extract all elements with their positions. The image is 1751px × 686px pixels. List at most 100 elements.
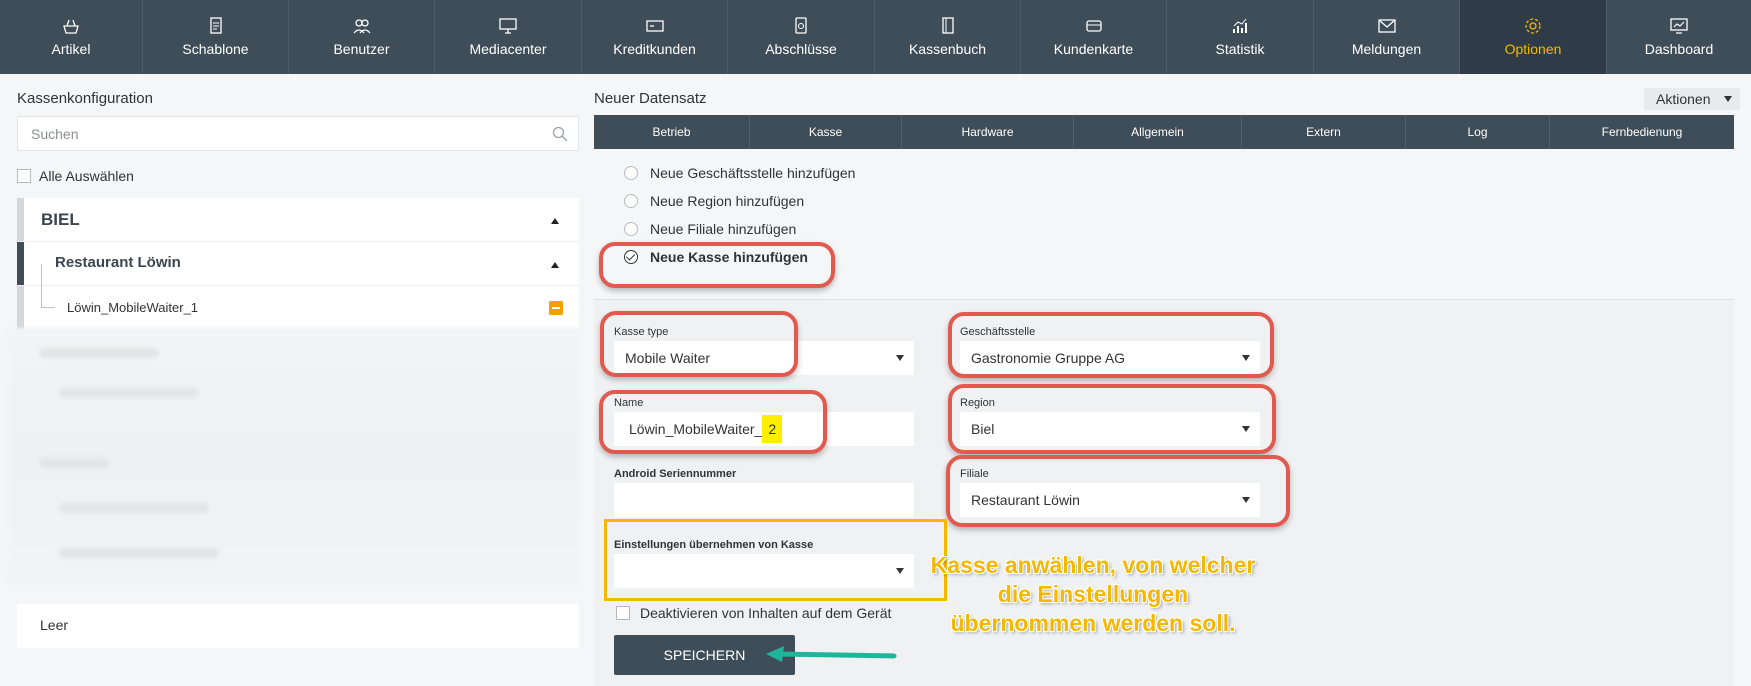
radio-geschaeftsstelle[interactable]: Neue Geschäftsstelle hinzufügen [624,165,855,181]
empty-label: Leer [17,604,579,648]
select-all-checkbox[interactable] [17,169,31,183]
highlight-oval [600,311,798,377]
blurred-content [9,328,579,588]
radio-button[interactable] [624,222,638,236]
nav-dashboard[interactable]: Dashboard [1607,0,1751,74]
wallet-icon [1085,20,1102,32]
dashboard-icon [1670,18,1688,34]
nav-label: Statistik [1215,41,1265,57]
highlight-oval [946,455,1290,527]
radio-label: Neue Region hinzufügen [650,193,805,209]
nav-statistik[interactable]: Statistik [1167,0,1314,74]
callout-line: Kasse anwählen, von welcher [930,552,1256,578]
panel-title: Neuer Datensatz [594,90,707,107]
nav-artikel[interactable]: Artikel [0,0,143,74]
nav-kreditkunden[interactable]: Kreditkunden [582,0,728,74]
nav-abschluesse[interactable]: Abschlüsse [728,0,875,74]
radio-label: Neue Filiale hinzufügen [650,221,797,237]
tree-connector [41,264,55,286]
tab-fernbedienung[interactable]: Fernbedienung [1550,115,1734,149]
radio-label: Neue Geschäftsstelle hinzufügen [650,165,856,181]
search-placeholder: Suchen [31,125,79,142]
book-icon [941,17,954,34]
tree-item-label: Löwin_MobileWaiter_1 [67,300,199,315]
nav-label: Kundenkarte [1053,41,1134,57]
tree: BIEL Restaurant Löwin Löwin_MobileWaiter… [17,198,579,330]
envelope-icon [1377,19,1396,33]
collapse-icon[interactable] [551,262,559,268]
arrow-icon [766,646,897,662]
users-icon [353,19,370,34]
highlight-oval [948,384,1276,454]
search-input[interactable]: Suchen [17,116,579,151]
document-icon [209,17,222,34]
chevron-down-icon [1724,96,1732,102]
nav-schablone[interactable]: Schablone [143,0,289,74]
highlight-oval [599,390,827,454]
android-serial-field[interactable] [614,483,914,517]
radio-button[interactable] [624,194,638,208]
gear-icon [1525,18,1541,34]
actions-dropdown[interactable]: Aktionen [1644,88,1740,110]
tree-item-register[interactable]: Löwin_MobileWaiter_1 [17,286,579,330]
search-icon[interactable] [552,126,568,142]
nav-kassenbuch[interactable]: Kassenbuch [875,0,1021,74]
nav-meldungen[interactable]: Meldungen [1314,0,1460,74]
nav-label: Artikel [51,41,91,57]
tab-extern[interactable]: Extern [1242,115,1406,149]
callout-line: übernommen werden soll. [950,610,1236,636]
tab-hardware[interactable]: Hardware [902,115,1074,149]
select-all-label: Alle Auswählen [39,168,134,184]
nav-mediacenter[interactable]: Mediacenter [435,0,582,74]
nav-label: Meldungen [1351,41,1422,57]
tree-item-branch[interactable]: Restaurant Löwin [17,242,579,286]
collapse-icon[interactable] [551,218,559,224]
panel-title: Kassenkonfiguration [17,90,153,107]
tab-allgemein[interactable]: Allgemein [1074,115,1242,149]
radio-button[interactable] [624,166,638,180]
nav-label: Schablone [182,41,249,57]
tree-item-label: Restaurant Löwin [55,254,181,271]
card-icon [645,20,664,32]
callout-line: die Einstellungen [997,581,1189,607]
left-panel: Kassenkonfiguration Suchen Alle Auswähle… [9,74,579,686]
monitor-icon [499,18,517,34]
highlight-rect [604,519,947,601]
highlight-oval [948,312,1274,378]
nav-benutzer[interactable]: Benutzer [289,0,435,74]
tree-item-region[interactable]: BIEL [17,198,579,242]
nav-label: Optionen [1504,41,1562,57]
nav-label: Mediacenter [469,41,547,57]
nav-label: Kassenbuch [908,41,987,57]
nav-optionen[interactable]: Optionen [1460,0,1607,74]
tab-betrieb[interactable]: Betrieb [594,115,750,149]
tree-bar [17,242,24,285]
top-navigation: Artikel Schablone Benutzer Mediacenter K… [0,0,1751,74]
nav-kundenkarte[interactable]: Kundenkarte [1021,0,1167,74]
deaktivieren-label: Deaktivieren von Inhalten auf dem Gerät [640,605,892,621]
tab-bar: Betrieb Kasse Hardware Allgemein Extern … [594,115,1734,149]
radio-filiale[interactable]: Neue Filiale hinzufügen [624,221,796,237]
tree-bar [17,286,24,329]
tree-item-label: BIEL [41,210,80,229]
deaktivieren-checkbox[interactable] [616,606,630,620]
nav-label: Abschlüsse [765,41,837,57]
highlight-oval [599,242,835,288]
tree-connector [41,286,55,308]
annotation-callout: Kasse anwählen, von welcher die Einstell… [918,551,1268,638]
android-label: Android Seriennummer [614,468,737,480]
tab-kasse[interactable]: Kasse [750,115,902,149]
select-all[interactable]: Alle Auswählen [17,168,134,184]
tab-log[interactable]: Log [1406,115,1550,149]
chart-icon [1233,18,1247,33]
basket-icon [63,19,79,34]
deaktivieren-option[interactable]: Deaktivieren von Inhalten auf dem Gerät [616,605,891,621]
nav-label: Kreditkunden [613,41,696,57]
tree-bar [17,198,24,241]
remove-icon[interactable] [549,301,563,315]
nav-label: Dashboard [1644,41,1714,57]
report-icon [795,17,807,34]
radio-region[interactable]: Neue Region hinzufügen [624,193,804,209]
chevron-down-icon [896,355,904,361]
actions-label: Aktionen [1656,91,1711,107]
